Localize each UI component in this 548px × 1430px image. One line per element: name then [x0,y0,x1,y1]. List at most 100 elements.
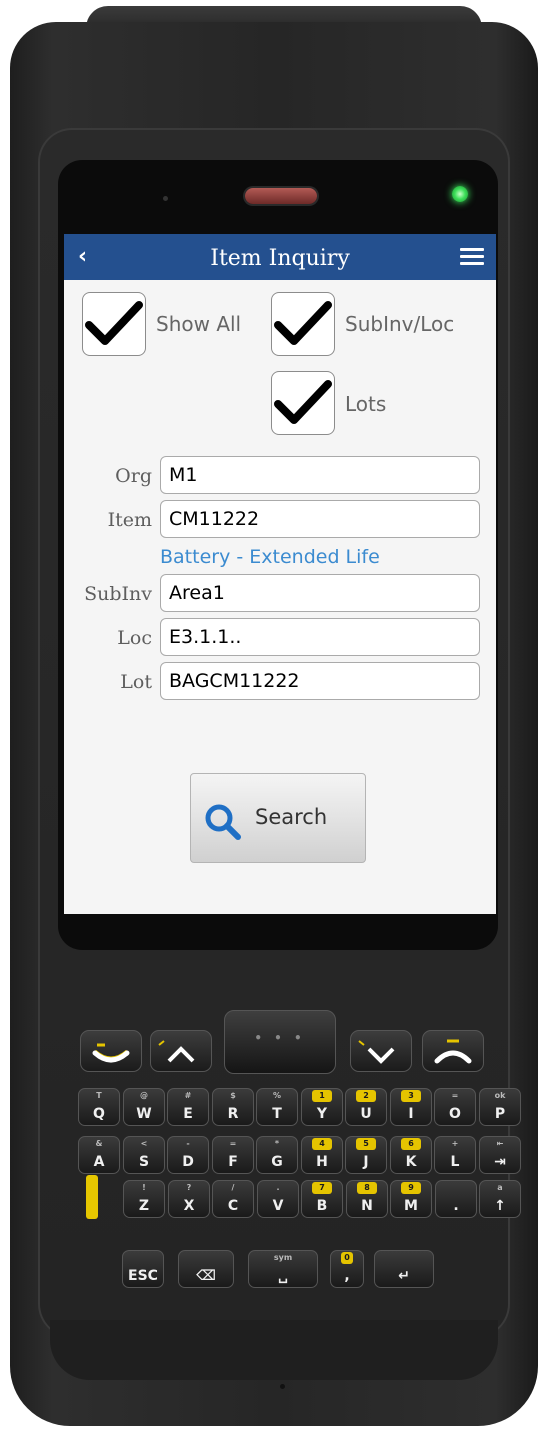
key-row1-2[interactable]: # E [167,1088,209,1126]
key-sub-label: $ [230,1091,236,1100]
subinv-field[interactable]: Area1 [160,574,480,612]
key-row1-1[interactable]: @ W [123,1088,165,1126]
key-main-label: C [227,1198,239,1214]
key-row1-4[interactable]: % T [256,1088,298,1126]
key-main-label: T [272,1106,282,1122]
call-key[interactable] [80,1030,142,1072]
key-row4-1[interactable]: ⌫ [178,1250,234,1288]
key-sub-label: 2 [363,1091,369,1100]
loc-field[interactable]: E3.1.1.. [160,618,480,656]
key-row3-3[interactable]: .V [257,1180,299,1218]
key-main-label: M [404,1198,418,1214]
key-main-label: O [449,1106,461,1122]
checkmark-icon [85,301,143,345]
subinv-label: SubInv [84,583,152,605]
lots-label: Lots [345,392,387,416]
key-row3-5[interactable]: 8N [346,1180,388,1218]
key-main-label: K [405,1154,417,1170]
key-row1-7[interactable]: 3I [390,1088,432,1126]
key-row1-5[interactable]: 1Y [301,1088,343,1126]
key-row2-0[interactable]: & A [78,1136,120,1174]
key-row1-6[interactable]: 2U [345,1088,387,1126]
key-row3-6[interactable]: 9M [390,1180,432,1218]
item-field[interactable]: CM11222 [160,500,480,538]
key-row4-3[interactable]: 0, [330,1250,364,1288]
key-sub-label: 4 [319,1139,325,1148]
key-row1-3[interactable]: $ R [212,1088,254,1126]
checkmark-icon [274,380,332,424]
key-sub-label: 9 [408,1183,414,1192]
key-main-label: L [450,1154,460,1170]
hamburger-menu-icon[interactable] [460,248,484,266]
key-row2-2[interactable]: -D [167,1136,209,1174]
key-row4-4[interactable]: ↵ [374,1250,434,1288]
key-main-label: . [453,1198,459,1214]
show-all-checkbox[interactable] [82,292,146,356]
key-row2-8[interactable]: + L [434,1136,476,1174]
key-main-label: ↑ [494,1198,506,1214]
key-row2-1[interactable]: < S [123,1136,165,1174]
key-sub-label: = [229,1139,237,1148]
key-main-label: R [227,1106,239,1122]
item-description: Battery - Extended Life [160,546,380,568]
key-main-label: ␣ [277,1268,289,1284]
key-sub-label: 6 [408,1139,414,1148]
key-main-label: J [363,1154,369,1170]
key-main-label: ⇥ [494,1154,506,1170]
key-row1-0[interactable]: TQ [78,1088,120,1126]
key-sub-label: a [497,1183,503,1192]
key-row4-2[interactable]: sym ␣ [248,1250,318,1288]
key-row4-0[interactable]: ESC [122,1250,164,1288]
key-main-label: H [316,1154,328,1170]
key-row3-2[interactable]: / C [212,1180,254,1218]
org-label: Org [115,465,152,487]
key-sub-label: # [184,1091,192,1100]
key-row2-3[interactable]: = F [212,1136,254,1174]
nav-up-key[interactable] [150,1030,212,1072]
search-button-label: Search [255,805,328,829]
key-sub-label: 3 [408,1091,414,1100]
loc-label: Loc [117,627,152,649]
key-row3-8[interactable]: a ↑ [479,1180,521,1218]
key-row3-1[interactable]: ? X [168,1180,210,1218]
key-row2-7[interactable]: 6K [390,1136,432,1174]
key-row2-4[interactable]: * G [256,1136,298,1174]
key-row2-6[interactable]: 5J [345,1136,387,1174]
center-scan-key[interactable]: • • • [224,1010,336,1074]
key-sub-label: . [276,1183,280,1192]
key-row1-9[interactable]: ok P [479,1088,521,1126]
nav-down-key[interactable] [350,1030,412,1072]
key-main-label: D [182,1154,194,1170]
key-sub-label: % [272,1091,281,1100]
key-main-label: Y [316,1106,328,1122]
key-sub-label: 5 [363,1139,369,1148]
key-sub-label: & [95,1139,103,1148]
key-sub-label: ⇤ [496,1139,504,1148]
key-sub-label: 0 [344,1253,350,1262]
yellow-function-key[interactable] [86,1175,98,1219]
key-row3-4[interactable]: 7B [301,1180,343,1218]
key-main-label: F [228,1154,238,1170]
key-sub-label: - [186,1139,190,1148]
app-header: ‹ Item Inquiry [64,234,496,280]
org-field[interactable]: M1 [160,456,480,494]
page-title: Item Inquiry [210,246,350,271]
end-call-key[interactable] [422,1030,484,1072]
key-row1-8[interactable]: = O [434,1088,476,1126]
key-main-label: ↵ [398,1268,410,1284]
key-row3-0[interactable]: ! Z [123,1180,165,1218]
key-main-label: N [361,1198,373,1214]
search-button[interactable]: Search [190,773,366,863]
lots-checkbox[interactable] [271,371,335,435]
key-main-label: P [494,1106,506,1122]
lot-field[interactable]: BAGCM11222 [160,662,480,700]
phone-answer-icon [92,1043,130,1063]
subinv-loc-checkbox[interactable] [271,292,335,356]
key-row3-7[interactable]: . [435,1180,477,1218]
magnifier-search-icon [205,804,241,840]
key-row2-9[interactable]: ⇤ ⇥ [479,1136,521,1174]
key-row2-5[interactable]: 4H [301,1136,343,1174]
key-sub-label: + [451,1139,459,1148]
key-main-label: W [136,1106,152,1122]
key-sub-label: 1 [319,1091,325,1100]
